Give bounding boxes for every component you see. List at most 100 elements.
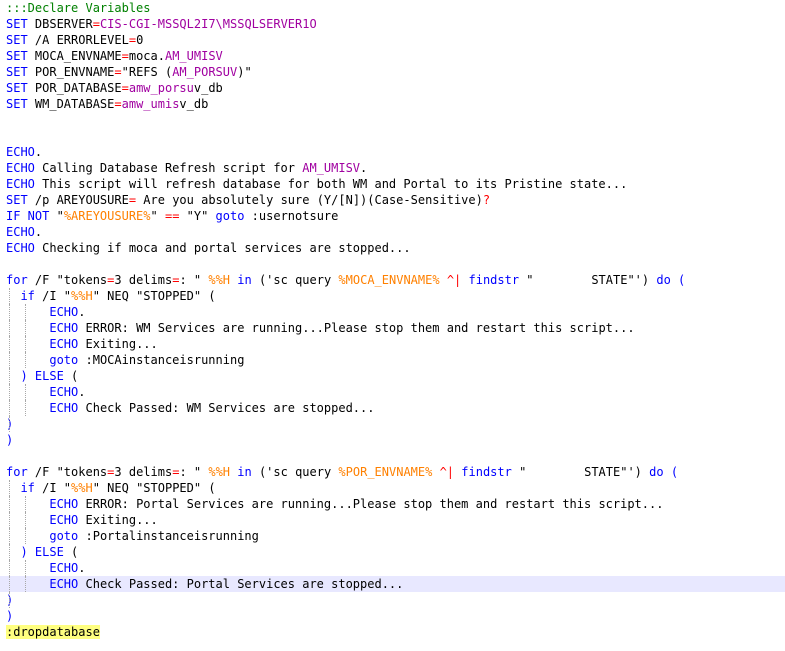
code-line[interactable]: ECHO ERROR: WM Services are running...Pl…	[0, 320, 785, 336]
code-token: /I "	[34, 289, 72, 303]
indent-guide	[9, 480, 10, 496]
code-line[interactable]: ECHO Check Passed: WM Services are stopp…	[0, 400, 785, 416]
code-token: )"	[237, 65, 252, 79]
code-token: : "	[179, 465, 209, 479]
code-line[interactable]: ECHO.	[0, 560, 785, 576]
code-token: ECHO	[49, 577, 79, 591]
code-token: %POR_ENVNAME%	[338, 465, 433, 479]
indent-guide	[9, 384, 10, 400]
indent-guide	[25, 576, 26, 592]
code-line[interactable]: ECHO.	[0, 144, 785, 160]
label-token: :dropdatabase	[6, 625, 100, 639]
code-line[interactable]: ECHO.	[0, 304, 785, 320]
code-line[interactable]: if /I "%%H" NEQ "STOPPED" (	[0, 288, 785, 304]
code-line[interactable]: IF NOT "%AREYOUSURE%" == "Y" goto :usern…	[0, 208, 785, 224]
code-line[interactable]	[0, 448, 785, 464]
code-line[interactable]: )	[0, 432, 785, 448]
code-line[interactable]: SET /A ERRORLEVEL=0	[0, 32, 785, 48]
code-token: "	[150, 209, 165, 223]
code-line[interactable]: SET MOCA_ENVNAME=moca.AM_UMISV	[0, 48, 785, 64]
indent-guide	[25, 384, 26, 400]
code-line-current[interactable]: ECHO Check Passed: Portal Services are s…	[0, 576, 785, 592]
code-line[interactable]: :::Declare Variables	[0, 0, 785, 16]
code-token: )	[6, 433, 14, 447]
code-token: ERROR: WM Services are running...Please …	[78, 321, 635, 335]
code-token: ECHO	[49, 401, 79, 415]
indent-guide	[9, 512, 10, 528]
code-line[interactable]	[0, 128, 785, 144]
code-token: SET	[6, 33, 28, 47]
code-line[interactable]: SET /p AREYOUSURE= Are you absolutely su…	[0, 192, 785, 208]
code-token: /F "tokens	[27, 273, 108, 287]
code-token: /A ERRORLEVEL	[27, 33, 129, 47]
indent-guide	[25, 336, 26, 352]
code-line[interactable]: SET POR_ENVNAME="REFS (AM_PORSUV)"	[0, 64, 785, 80]
code-line[interactable]: )	[0, 416, 785, 432]
code-token: Exiting...	[78, 337, 158, 351]
indent-guide	[25, 352, 26, 368]
code-line[interactable]: SET POR_DATABASE=amw_porsuv_db	[0, 80, 785, 96]
code-line[interactable]: )	[0, 608, 785, 624]
indent-guide	[25, 528, 26, 544]
code-line[interactable]: ) ELSE (	[0, 368, 785, 384]
code-token: SET	[6, 49, 28, 63]
code-line[interactable]: ECHO This script will refresh database f…	[0, 176, 785, 192]
code-line[interactable]: ECHO Calling Database Refresh script for…	[0, 160, 785, 176]
code-line[interactable]: :dropdatabase	[0, 624, 785, 640]
code-line[interactable]: ECHO Exiting...	[0, 512, 785, 528]
code-token: .	[360, 161, 368, 175]
code-token: :usernotsure	[244, 209, 339, 223]
code-token: ECHO	[49, 321, 79, 335]
code-line[interactable]: ECHO Exiting...	[0, 336, 785, 352]
indent-guide	[25, 560, 26, 576]
code-line[interactable]: ECHO Checking if moca and portal service…	[0, 240, 785, 256]
code-token: %%H	[71, 481, 93, 495]
indent-guide	[9, 528, 10, 544]
code-token: " NEQ "STOPPED" (	[92, 289, 216, 303]
code-token: POR_DATABASE	[27, 81, 122, 95]
code-line[interactable]: SET DBSERVER=CIS-CGI-MSSQL2I7\MSSQLSERVE…	[0, 16, 785, 32]
code-line[interactable]: for /F "tokens=3 delims=: " %%H in ('sc …	[0, 464, 785, 480]
code-token: Are you absolutely sure (Y/[N])(Case-Sen…	[136, 193, 483, 207]
code-token: SET	[6, 17, 28, 31]
code-token: ECHO	[49, 561, 79, 575]
code-token: Check Passed: WM Services are stopped...	[78, 401, 375, 415]
code-line[interactable]: ) ELSE (	[0, 544, 785, 560]
code-editor[interactable]: :::Declare Variables SET DBSERVER=CIS-CGI…	[0, 0, 785, 651]
code-line[interactable]: SET WM_DATABASE=amw_umisv_db	[0, 96, 785, 112]
code-token: ELSE	[34, 369, 64, 383]
code-line[interactable]: goto :Portalinstanceisrunning	[0, 528, 785, 544]
code-line[interactable]	[0, 112, 785, 128]
code-token: %AREYOUSURE%	[63, 209, 151, 223]
code-line[interactable]: )	[0, 592, 785, 608]
code-line[interactable]: ECHO.	[0, 224, 785, 240]
code-line[interactable]: if /I "%%H" NEQ "STOPPED" (	[0, 480, 785, 496]
code-token: :::Declare Variables	[6, 1, 151, 15]
code-token: /I "	[34, 481, 72, 495]
code-token: goto	[49, 353, 79, 367]
code-line[interactable]	[0, 256, 785, 272]
code-token: ECHO	[49, 513, 79, 527]
indent-guide	[25, 304, 26, 320]
code-line[interactable]: for /F "tokens=3 delims=: " %%H in ('sc …	[0, 272, 785, 288]
code-line[interactable]: goto :MOCAinstanceisrunning	[0, 352, 785, 368]
code-token: %%H	[71, 289, 93, 303]
code-token: moca.	[128, 49, 165, 63]
code-token: findstr	[468, 273, 520, 287]
code-token: ==	[164, 209, 180, 223]
indent-guide	[9, 400, 10, 416]
code-line[interactable]: ECHO.	[0, 384, 785, 400]
code-token: goto	[215, 209, 245, 223]
code-token: do	[649, 465, 664, 479]
code-token: IF NOT	[6, 209, 50, 223]
code-token: .	[78, 385, 86, 399]
code-token: CIS-CGI-MSSQL2I7\MSSQLSERVER1O	[99, 17, 317, 31]
code-line[interactable]: ECHO ERROR: Portal Services are running.…	[0, 496, 785, 512]
